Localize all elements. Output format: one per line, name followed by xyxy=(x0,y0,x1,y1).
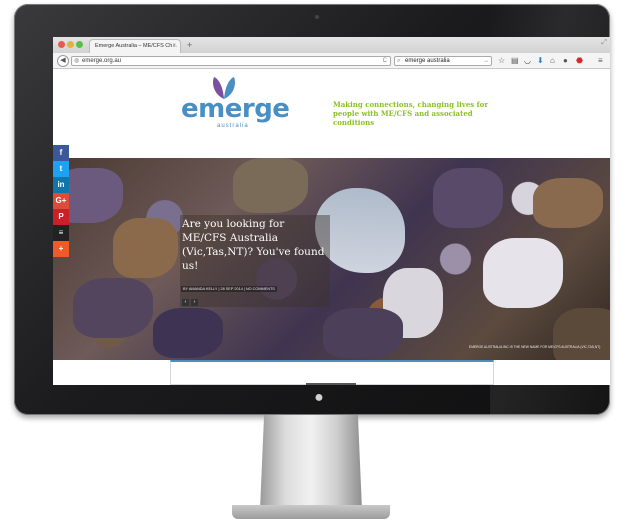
hero-title[interactable]: Are you looking for ME/CFS Australia (Vi… xyxy=(182,217,332,273)
puzzle-piece xyxy=(323,308,403,358)
monitor-bezel: Emerge Australia – ME/CFS Ch... × + ⤢ ◀ … xyxy=(14,4,610,415)
puzzle-piece xyxy=(113,218,178,278)
logo-subtitle: australia xyxy=(217,123,249,129)
url-text: emerge.org.au xyxy=(82,58,122,64)
pocket-icon[interactable]: ◡ xyxy=(524,56,531,66)
abp-icon[interactable]: ⬣ xyxy=(576,56,583,66)
address-bar[interactable]: ◍ emerge.org.au C xyxy=(71,56,391,66)
hero-slider: Are you looking for ME/CFS Australia (Vi… xyxy=(53,158,610,360)
chat-icon[interactable]: ● xyxy=(563,56,568,66)
site-logo-wordmark[interactable]: emerge xyxy=(181,94,290,124)
browser-nav-bar: ◀ ◍ emerge.org.au C ⌕ emerge australia →… xyxy=(53,53,610,69)
puzzle-piece xyxy=(553,308,610,360)
clipboard-icon[interactable]: ▤ xyxy=(511,56,519,66)
pinterest-icon[interactable]: P xyxy=(53,209,69,225)
menu-icon[interactable]: ≡ xyxy=(598,56,603,66)
search-input[interactable]: ⌕ emerge australia → xyxy=(394,56,492,66)
site-tagline: Making connections, changing lives for p… xyxy=(333,100,489,127)
puzzle-piece xyxy=(483,238,563,308)
google-plus-icon[interactable]: G+ xyxy=(53,193,69,209)
puzzle-piece xyxy=(433,168,503,228)
star-icon[interactable]: ☆ xyxy=(498,56,505,66)
globe-icon: ◍ xyxy=(74,58,80,64)
linkedin-icon[interactable]: in xyxy=(53,177,69,193)
tab-title: Emerge Australia – ME/CFS Ch... xyxy=(95,43,177,49)
search-go-icon[interactable]: → xyxy=(483,57,489,66)
puzzle-piece xyxy=(233,158,308,213)
puzzle-piece xyxy=(533,178,603,228)
share-more-icon[interactable]: + xyxy=(53,241,69,257)
close-window-button[interactable] xyxy=(58,41,65,48)
twitter-icon[interactable]: t xyxy=(53,161,69,177)
back-button[interactable]: ◀ xyxy=(57,55,69,67)
content-panel xyxy=(170,360,494,385)
search-query: emerge australia xyxy=(405,58,450,64)
hero-image-caption: EMERGE AUSTRALIA INC IS THE NEW NAME FOR… xyxy=(469,345,601,349)
camera xyxy=(315,15,319,19)
hero-meta: BY AMANDA KELLY | 28 SEP 2014 | NO COMME… xyxy=(181,286,277,292)
minimize-window-button[interactable] xyxy=(67,41,74,48)
home-icon[interactable]: ⌂ xyxy=(550,56,555,66)
search-icon: ⌕ xyxy=(397,58,401,64)
browser-tab[interactable]: Emerge Australia – ME/CFS Ch... × xyxy=(89,39,181,53)
slider-prev-button[interactable]: ‹ xyxy=(182,299,189,306)
new-tab-button[interactable]: + xyxy=(187,38,192,52)
content-heading-stub xyxy=(306,383,356,385)
logo-text-rest: merge xyxy=(198,94,290,124)
buffer-icon[interactable]: ≡ xyxy=(53,225,69,241)
download-icon[interactable]: ⬇ xyxy=(537,56,544,66)
screen: Emerge Australia – ME/CFS Ch... × + ⤢ ◀ … xyxy=(53,37,610,385)
maximize-window-button[interactable] xyxy=(76,41,83,48)
browser-tab-bar: Emerge Australia – ME/CFS Ch... × + ⤢ xyxy=(53,37,610,53)
puzzle-piece xyxy=(73,278,153,338)
slider-next-button[interactable]: › xyxy=(191,299,198,306)
site-header: emerge australia Making connections, cha… xyxy=(53,70,610,178)
monitor-stand-neck xyxy=(260,415,362,510)
fullscreen-icon[interactable]: ⤢ xyxy=(601,39,607,47)
logo-text-e: e xyxy=(181,94,199,124)
puzzle-piece xyxy=(153,308,223,358)
tab-close-icon[interactable]: × xyxy=(172,40,176,53)
apple-logo-icon: ● xyxy=(314,389,324,406)
facebook-icon[interactable]: f xyxy=(53,145,69,161)
reload-icon[interactable]: C xyxy=(383,57,387,66)
monitor-stand-foot xyxy=(232,505,390,519)
social-share-bar: f t in G+ P ≡ + xyxy=(53,145,69,257)
